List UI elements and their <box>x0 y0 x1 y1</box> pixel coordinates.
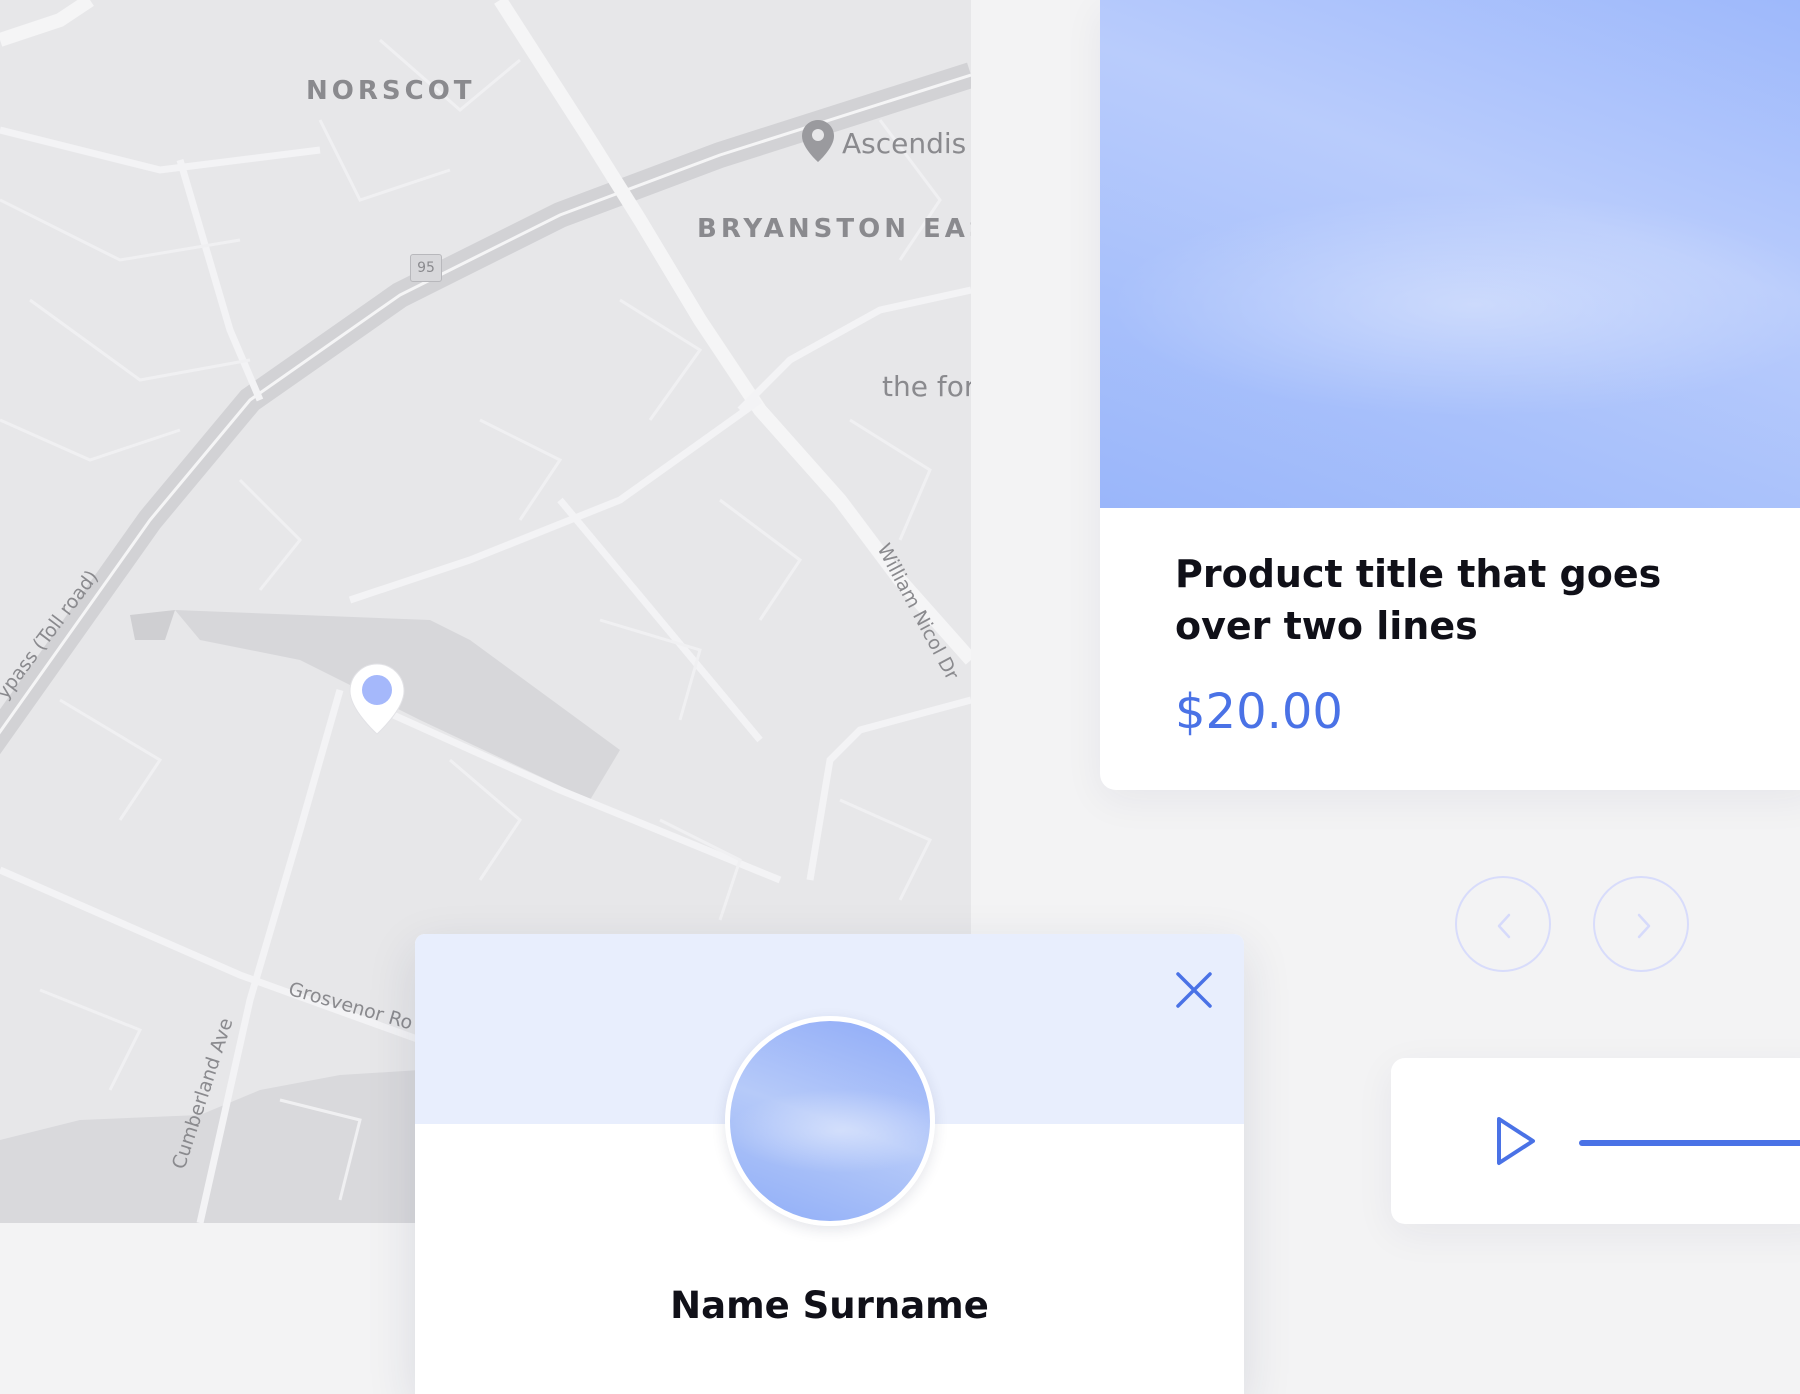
close-icon <box>1176 972 1212 1008</box>
product-card[interactable]: Product title that goes over two lines $… <box>1100 0 1800 790</box>
product-title: Product title that goes over two lines <box>1175 552 1662 648</box>
map-label-ascendis: Ascendis <box>842 127 967 160</box>
chevron-right-icon <box>1637 913 1651 939</box>
map-label-the-forum: the for <box>882 370 971 403</box>
play-icon <box>1497 1117 1535 1165</box>
audio-progress-bar[interactable] <box>1579 1140 1800 1146</box>
audio-player <box>1391 1058 1800 1224</box>
product-price: $20.00 <box>1175 684 1343 740</box>
carousel-next-button[interactable] <box>1593 876 1689 972</box>
location-pin-icon[interactable] <box>346 660 408 738</box>
map-pin-icon <box>802 120 834 162</box>
avatar <box>725 1016 935 1226</box>
map-label-bryanston-east: BRYANSTON EAST <box>697 214 971 244</box>
map-label-norscot: NORSCOT <box>306 76 476 106</box>
close-button[interactable] <box>1170 966 1218 1014</box>
route-shield: 95 <box>410 254 442 282</box>
chevron-left-icon <box>1497 913 1511 939</box>
product-image <box>1100 0 1800 508</box>
profile-name: Name Surname <box>670 1284 989 1327</box>
audio-progress-fill <box>1579 1140 1800 1146</box>
profile-card: Name Surname <box>415 934 1244 1394</box>
play-button[interactable] <box>1491 1113 1541 1169</box>
carousel-prev-button[interactable] <box>1455 876 1551 972</box>
